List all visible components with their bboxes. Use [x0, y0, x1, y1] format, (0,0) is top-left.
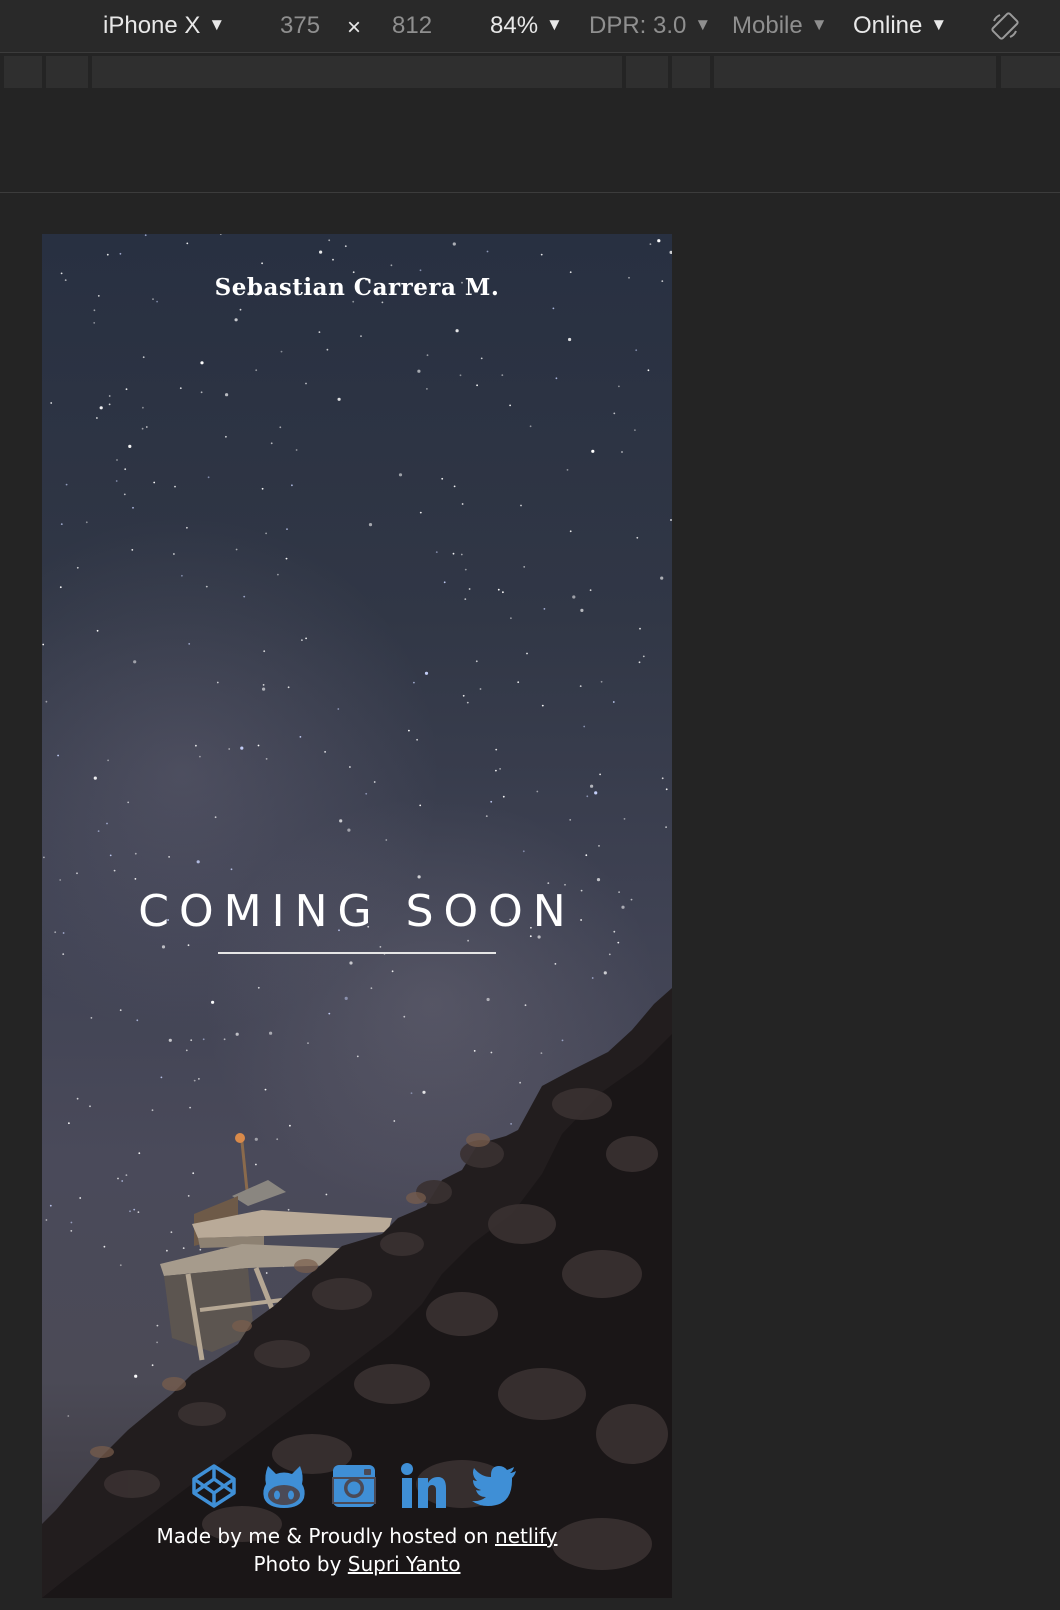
zoom-select[interactable]: 84% ▼: [490, 11, 563, 43]
media-query-segment[interactable]: [672, 56, 710, 88]
height-input[interactable]: 812: [392, 11, 432, 41]
mode-select[interactable]: Mobile ▼: [732, 11, 828, 43]
device-viewport: Sebastian Carrera M. COMING SOON Made by…: [42, 234, 672, 1598]
dimension-separator: ×: [347, 14, 362, 41]
photographer-link[interactable]: Supri Yanto: [348, 1552, 461, 1576]
footer-photo-credit-line: Photo by Supri Yanto: [42, 1550, 672, 1578]
network-select[interactable]: Online ▼: [853, 11, 947, 43]
media-query-segment[interactable]: [4, 56, 42, 88]
footer-hosting-line: Made by me & Proudly hosted on netlify: [42, 1522, 672, 1550]
zoom-label: 84%: [490, 12, 539, 39]
social-links: [42, 1462, 672, 1510]
media-query-segment[interactable]: [92, 56, 622, 88]
github-icon[interactable]: [260, 1462, 308, 1510]
netlify-link[interactable]: netlify: [495, 1524, 557, 1548]
media-query-segment[interactable]: [1001, 56, 1060, 88]
heading-underline: [218, 952, 496, 954]
network-label: Online: [853, 12, 923, 39]
codepen-icon[interactable]: [190, 1462, 238, 1510]
device-select[interactable]: iPhone X ▼: [103, 11, 225, 43]
instagram-icon[interactable]: [330, 1462, 378, 1510]
device-dropdown-arrow-icon: ▼: [208, 15, 226, 34]
mode-label: Mobile: [732, 12, 803, 39]
ruler-divider: [0, 192, 1060, 193]
mode-dropdown-arrow-icon: ▼: [810, 15, 828, 34]
page-footer: Made by me & Proudly hosted on netlify P…: [42, 1522, 672, 1578]
media-query-segment[interactable]: [626, 56, 668, 88]
coming-soon-heading: COMING SOON: [138, 886, 576, 937]
footer-photo-by-text: Photo by: [253, 1552, 348, 1576]
footer-made-by-text: Made by me & Proudly hosted on: [156, 1524, 496, 1548]
device-toolbar: iPhone X ▼ 375 × 812 84% ▼ DPR: 3.0 ▼ Mobil…: [0, 0, 1060, 53]
dpr-select[interactable]: DPR: 3.0 ▼: [589, 11, 711, 43]
media-query-segment[interactable]: [46, 56, 88, 88]
network-dropdown-arrow-icon: ▼: [930, 15, 948, 34]
site-title[interactable]: Sebastian Carrera M.: [42, 274, 672, 301]
zoom-dropdown-arrow-icon: ▼: [546, 15, 563, 34]
media-query-segment[interactable]: [714, 56, 996, 88]
rotate-icon[interactable]: [990, 11, 1020, 41]
dpr-dropdown-arrow-icon: ▼: [694, 15, 712, 34]
linkedin-icon[interactable]: [400, 1462, 448, 1510]
twitter-icon[interactable]: [470, 1462, 518, 1510]
width-input[interactable]: 375: [280, 11, 320, 41]
dpr-label: DPR: 3.0: [589, 12, 687, 39]
device-label: iPhone X: [103, 12, 201, 39]
media-query-bar[interactable]: [0, 56, 1060, 88]
